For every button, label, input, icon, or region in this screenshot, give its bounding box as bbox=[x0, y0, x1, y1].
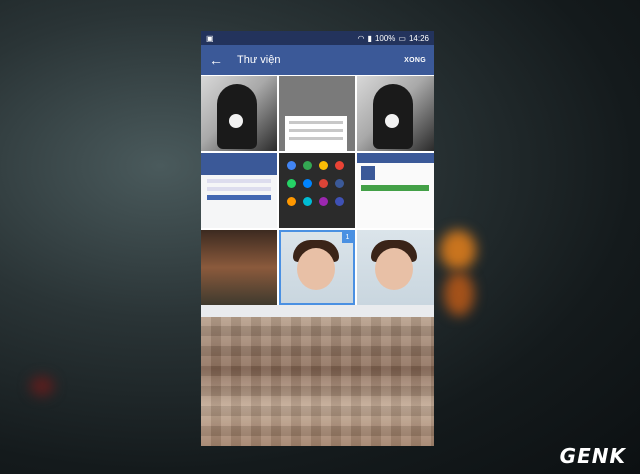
gallery-icon: ▣ bbox=[206, 33, 214, 43]
battery-text: 100% bbox=[374, 33, 396, 43]
gallery-item-photo[interactable] bbox=[357, 230, 434, 305]
gallery-item-photo[interactable] bbox=[201, 230, 277, 305]
clock: 14:26 bbox=[408, 33, 429, 43]
signal-icon: ▮ bbox=[367, 33, 372, 43]
pixelated-photos bbox=[201, 317, 434, 446]
selection-count-badge: 1 bbox=[342, 232, 353, 243]
dialog-card bbox=[285, 116, 347, 151]
background-light-blob bbox=[30, 376, 54, 396]
background-light-blob bbox=[440, 230, 476, 270]
back-arrow-icon[interactable]: ← bbox=[209, 52, 231, 68]
flower bbox=[229, 114, 243, 128]
genk-watermark-logo: GENK bbox=[559, 444, 626, 468]
photo-grid: 1 bbox=[201, 75, 434, 305]
status-bar: ▣ ◠ ▮ 100% ▭ 14:26 bbox=[201, 31, 434, 45]
battery-icon: ▭ bbox=[398, 33, 406, 43]
phone-screen: ▣ ◠ ▮ 100% ▭ 14:26 ← Thư viện XONG 1 bbox=[201, 31, 434, 446]
page-title: Thư viện bbox=[237, 54, 281, 66]
gallery-item-screenshot[interactable] bbox=[201, 153, 277, 228]
gallery-item-photo[interactable] bbox=[201, 76, 277, 151]
gallery-item-photo-selected[interactable]: 1 bbox=[279, 230, 355, 305]
background-light-blob bbox=[444, 272, 474, 316]
flower bbox=[385, 114, 399, 128]
gallery-item-screenshot[interactable] bbox=[279, 153, 355, 228]
app-bar: ← Thư viện XONG bbox=[201, 45, 434, 75]
gallery-item-screenshot[interactable] bbox=[357, 153, 434, 228]
done-button[interactable]: XONG bbox=[404, 57, 426, 64]
wifi-icon: ◠ bbox=[357, 33, 365, 43]
gallery-item-screenshot[interactable] bbox=[279, 76, 355, 151]
gallery-item-photo[interactable] bbox=[357, 76, 434, 151]
facebook-icon bbox=[361, 166, 375, 180]
